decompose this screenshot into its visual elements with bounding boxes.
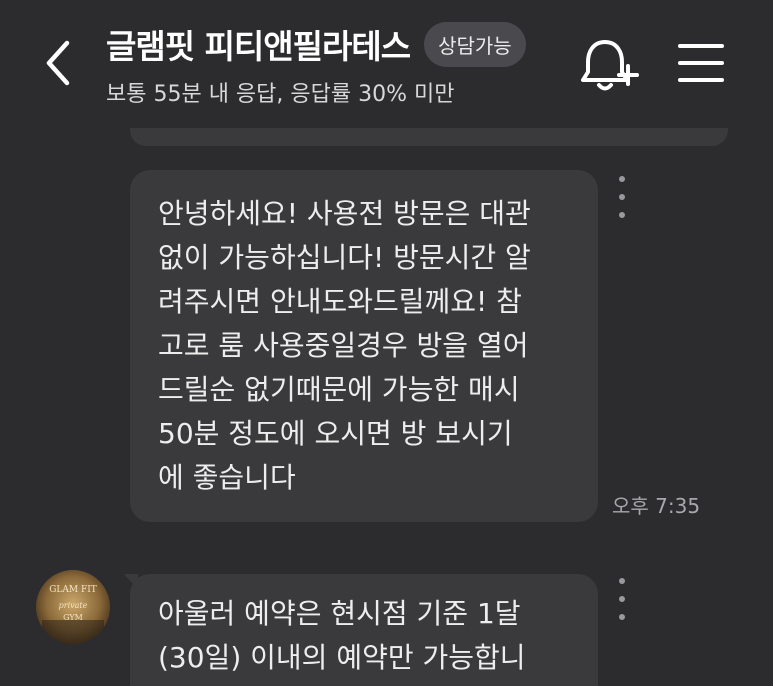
chat-header: 글램핏 피티앤필라테스 상담가능 보통 55분 내 응답, 응답률 30% 미만 (0, 0, 773, 128)
menu-button[interactable] (676, 40, 726, 86)
more-dot-icon (619, 194, 625, 200)
status-badge: 상담가능 (424, 21, 526, 67)
message-options-button[interactable] (610, 176, 634, 218)
logo-text: GYM (63, 613, 83, 622)
message-line: 안녕하세요! 사용전 방문은 대관 (158, 197, 531, 230)
more-dot-icon (619, 596, 625, 602)
bell-plus-icon (581, 40, 639, 91)
message-bubble[interactable]: 안녕하세요! 사용전 방문은 대관 없이 가능하십니다! 방문시간 알 려주시면… (130, 170, 598, 522)
more-dot-icon (619, 614, 625, 620)
back-button[interactable] (30, 28, 86, 98)
message-options-button[interactable] (610, 578, 634, 620)
chat-title: 글램핏 피티앤필라테스 (106, 27, 411, 66)
chat-screen: 글램핏 피티앤필라테스 상담가능 보통 55분 내 응답, 응답률 30% 미만… (0, 0, 773, 686)
message-line: 없이 가능하십니다! 방문시간 알 (158, 241, 531, 274)
more-dot-icon (619, 578, 625, 584)
avatar[interactable]: GLAM FIT private GYM (36, 570, 110, 644)
glamfit-logo-avatar: GLAM FIT private GYM (36, 570, 110, 644)
more-dot-icon (619, 212, 625, 218)
notification-button[interactable] (578, 36, 640, 96)
message-line: (30일) 이내의 예약만 가능합니 (158, 641, 526, 674)
message-line: 드릴순 없기때문에 가능한 매시 (158, 373, 520, 406)
message-line: 에 좋습니다 (158, 461, 296, 494)
hamburger-menu-icon (678, 44, 724, 82)
message-timestamp: 오후 7:35 (612, 494, 701, 518)
title-row: 글램핏 피티앤필라테스 상담가능 (106, 20, 526, 68)
message-bubble[interactable]: 아울러 예약은 현시점 기준 1달 (30일) 이내의 예약만 가능합니 (130, 574, 598, 686)
response-info: 보통 55분 내 응답, 응답률 30% 미만 (106, 82, 455, 107)
message-line: 려주시면 안내도와드릴께요! 참 (158, 285, 522, 318)
logo-text: private (59, 601, 88, 610)
chevron-left-icon (46, 40, 70, 86)
message-line: 아울러 예약은 현시점 기준 1달 (158, 597, 521, 630)
more-dot-icon (619, 176, 625, 182)
logo-text: GLAM FIT (49, 585, 97, 595)
message-line: 고로 룸 사용중일경우 방을 열어 (158, 329, 529, 362)
message-line: 50분 정도에 오시면 방 보시기 (158, 417, 513, 450)
